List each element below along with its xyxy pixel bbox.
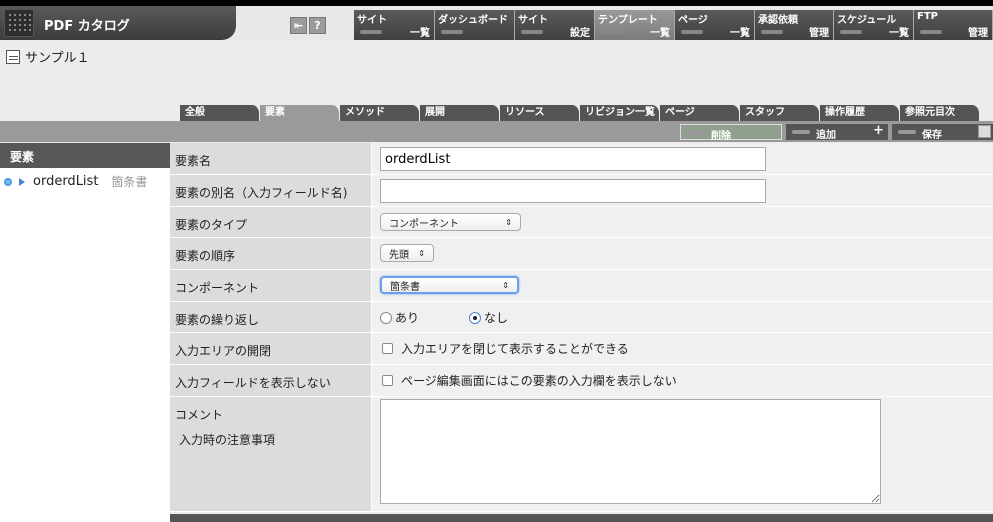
- nav-approval[interactable]: 承認依頼 管理: [755, 10, 834, 40]
- collapse-label: 入力エリアの開閉: [170, 333, 372, 364]
- row-element-name: 要素名: [170, 143, 993, 175]
- list-item[interactable]: orderdList 箇条書: [4, 173, 147, 190]
- row-hide-field: 入力フィールドを表示しない ページ編集画面にはこの要素の入力欄を表示しない: [170, 365, 993, 397]
- tab-pages[interactable]: ページ: [660, 105, 740, 121]
- save-icon: [978, 125, 991, 138]
- tab-methods[interactable]: メソッド: [340, 105, 420, 121]
- element-name-input[interactable]: [380, 147, 766, 171]
- arrow-right-icon: [19, 177, 25, 186]
- delete-button[interactable]: 削除: [680, 124, 782, 142]
- nav-site-settings[interactable]: サイト 設定: [515, 10, 595, 40]
- app-title: PDF カタログ: [44, 19, 130, 34]
- hide-field-checkbox[interactable]: ページ編集画面にはこの要素の入力欄を表示しない: [382, 372, 677, 389]
- repeat-yes-option[interactable]: あり: [380, 309, 419, 326]
- nav-template-list[interactable]: テンプレート 一覧: [595, 10, 675, 40]
- row-collapse: 入力エリアの開閉 入力エリアを閉じて表示することができる: [170, 333, 993, 365]
- nav-ftp[interactable]: FTP 管理: [914, 10, 993, 40]
- comment-sublabel: 入力時の注意事項: [179, 433, 276, 447]
- radio-selected-icon: [469, 312, 481, 324]
- tab-bar: 全般 要素 メソッド 展開 リソース リビジョン一覧 ページ スタッフ 操作履歴…: [180, 105, 980, 121]
- row-repeat: 要素の繰り返し あり なし: [170, 302, 993, 333]
- hide-field-label: 入力フィールドを表示しない: [170, 365, 372, 396]
- status-dot-icon: [4, 177, 12, 186]
- component-select[interactable]: 箇条書 ⇕: [380, 276, 519, 294]
- app-brand: PDF カタログ: [0, 6, 236, 40]
- updown-icon: ⇕: [505, 217, 512, 227]
- comment-label: コメント 入力時の注意事項: [170, 397, 372, 511]
- tab-resources[interactable]: リソース: [500, 105, 580, 121]
- help-icon[interactable]: ?: [309, 17, 326, 34]
- add-button[interactable]: 追加 +: [786, 123, 888, 141]
- nav-page-list[interactable]: ページ 一覧: [675, 10, 755, 40]
- tab-deploy[interactable]: 展開: [420, 105, 500, 121]
- document-icon: [6, 49, 20, 64]
- menu-grid-icon[interactable]: [4, 9, 34, 37]
- tab-references[interactable]: 参照元目次: [900, 105, 980, 121]
- row-order: 要素の順序 先頭 ⇕: [170, 238, 993, 270]
- page-header: サンプル１: [6, 47, 90, 66]
- toolbar-icons: ⇤ ?: [290, 17, 326, 34]
- main-nav: サイト 一覧 ダッシュボード サイト 設定 テンプレート 一覧 ページ 一覧 承認依頼管…: [354, 10, 993, 40]
- element-name: orderdList: [33, 174, 99, 189]
- tab-general[interactable]: 全般: [180, 105, 260, 121]
- type-label: 要素のタイプ: [170, 207, 372, 237]
- checkbox-icon: [382, 343, 393, 354]
- checkbox-icon: [382, 375, 393, 386]
- row-comment: コメント 入力時の注意事項: [170, 397, 993, 512]
- alias-input[interactable]: [380, 179, 766, 203]
- tab-staff[interactable]: スタッフ: [740, 105, 820, 121]
- comment-textarea[interactable]: [380, 399, 881, 504]
- alias-label: 要素の別名（入力フィールド名): [170, 175, 372, 206]
- element-form: 要素名 要素の別名（入力フィールド名) 要素のタイプ コンポーネント⇕ 要素の順…: [170, 143, 993, 512]
- nav-site-list[interactable]: サイト 一覧: [354, 10, 435, 40]
- updown-icon: ⇕: [418, 248, 425, 258]
- repeat-no-option[interactable]: なし: [469, 309, 508, 326]
- nav-dashboard[interactable]: ダッシュボード: [435, 10, 515, 40]
- row-component: コンポーネント 箇条書 ⇕: [170, 270, 993, 302]
- tab-elements[interactable]: 要素: [260, 105, 340, 121]
- component-label: コンポーネント: [170, 270, 372, 301]
- action-bar: 削除 追加 + 保存: [680, 123, 993, 142]
- nav-schedule[interactable]: スケジュール 一覧: [834, 10, 914, 40]
- updown-icon: ⇕: [502, 280, 509, 290]
- element-name-label: 要素名: [170, 143, 372, 174]
- type-select[interactable]: コンポーネント ⇕: [380, 213, 521, 231]
- radio-icon: [380, 312, 392, 324]
- bottom-bar: [170, 514, 993, 522]
- tab-history[interactable]: 操作履歴: [820, 105, 900, 121]
- collapse-checkbox[interactable]: 入力エリアを閉じて表示することができる: [382, 340, 629, 357]
- element-type: 箇条書: [111, 175, 148, 189]
- page-title: サンプル１: [25, 51, 90, 66]
- order-select[interactable]: 先頭 ⇕: [380, 244, 434, 262]
- order-label: 要素の順序: [170, 238, 372, 269]
- tab-revisions[interactable]: リビジョン一覧: [580, 105, 660, 121]
- element-list: orderdList 箇条書: [0, 168, 170, 522]
- row-alias: 要素の別名（入力フィールド名): [170, 175, 993, 207]
- plus-icon: +: [873, 123, 884, 138]
- logout-icon[interactable]: ⇤: [290, 17, 307, 34]
- sidebar-heading: 要素: [0, 143, 170, 168]
- repeat-label: 要素の繰り返し: [170, 302, 372, 332]
- save-button[interactable]: 保存: [892, 124, 993, 141]
- row-type: 要素のタイプ コンポーネント ⇕: [170, 207, 993, 238]
